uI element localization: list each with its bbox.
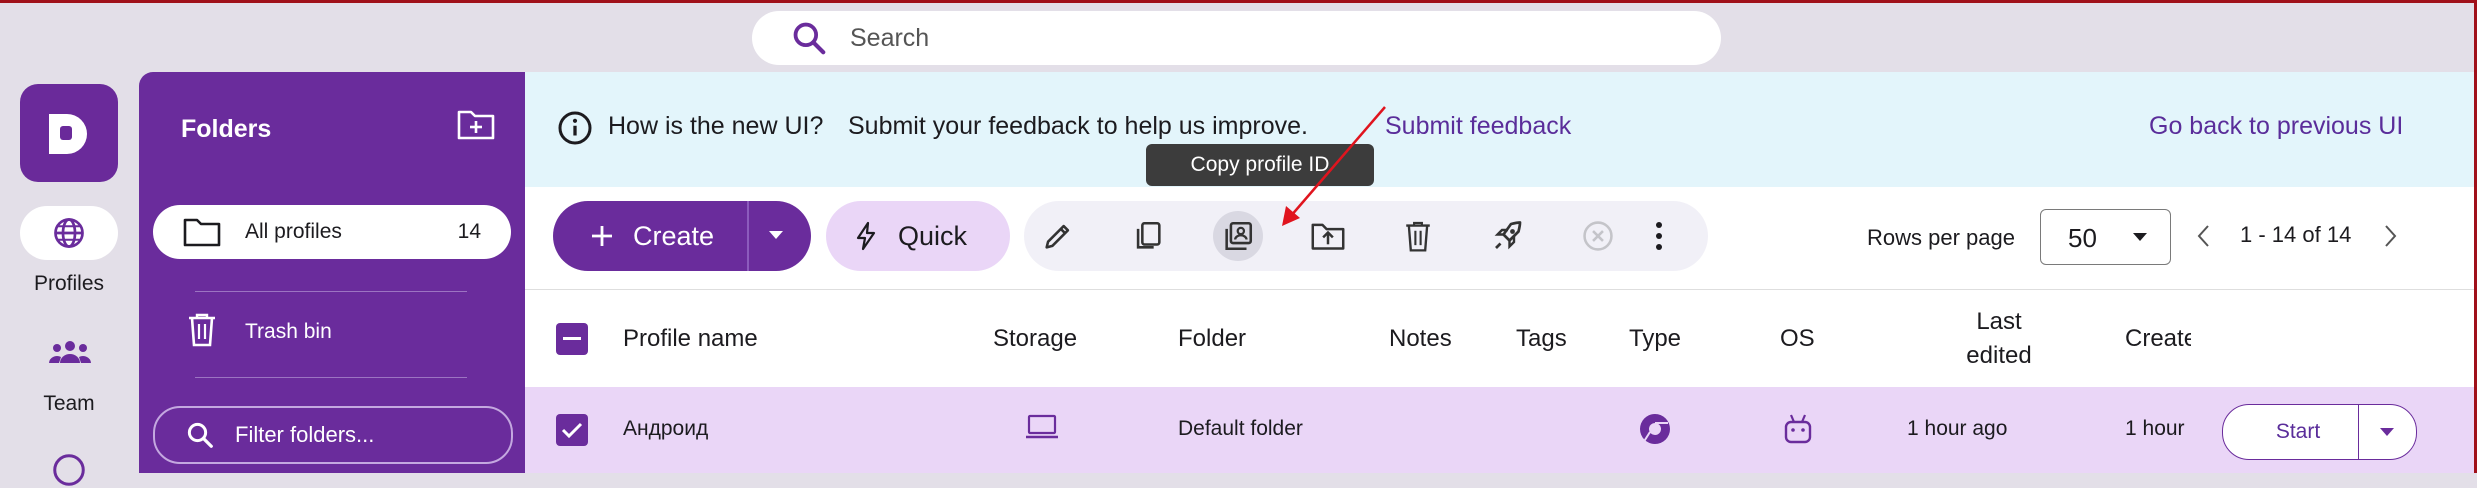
copy-icon[interactable] (1123, 211, 1173, 261)
quick-button-label: Quick (898, 221, 968, 251)
rows-per-page-select[interactable]: 50 (2040, 209, 2171, 265)
row-checkbox[interactable] (556, 414, 588, 446)
search-input[interactable] (848, 22, 1652, 54)
rows-per-page-value: 50 (2068, 223, 2097, 253)
android-os-icon (1782, 412, 1814, 446)
lightning-icon (854, 221, 878, 251)
global-search-bar[interactable] (752, 11, 1721, 65)
folder-icon (183, 217, 221, 247)
browser-type-icon (1638, 412, 1672, 446)
column-storage[interactable]: Storage (993, 325, 1077, 353)
rows-per-page-label: Rows per page (1867, 225, 2015, 250)
table-header: Profile name Storage Folder Notes Tags T… (525, 289, 2474, 388)
feedback-banner: How is the new UI? Submit your feedback … (525, 72, 2474, 187)
trash-icon (187, 312, 217, 348)
column-type[interactable]: Type (1629, 325, 1681, 353)
profile-name-cell[interactable]: Андроид (623, 417, 708, 441)
create-button[interactable]: Create (553, 201, 811, 271)
created-cell: 1 hour (2125, 417, 2185, 440)
column-created[interactable]: Create (2125, 325, 2191, 353)
create-button-label: Create (633, 221, 715, 251)
caret-down-icon[interactable] (2379, 427, 2395, 437)
folder-item-count: 14 (457, 220, 481, 243)
stop-icon (1573, 211, 1623, 261)
search-icon (185, 420, 215, 450)
caret-down-icon (2132, 232, 2148, 242)
quick-button[interactable]: Quick (826, 201, 1010, 271)
create-button-divider (747, 201, 749, 271)
edit-icon[interactable] (1033, 211, 1083, 261)
caret-down-icon[interactable] (767, 229, 785, 241)
column-last-edited[interactable]: Last edited (1948, 308, 2050, 370)
rail-label-team[interactable]: Team (0, 392, 138, 416)
info-icon (557, 110, 593, 146)
main-content: How is the new UI? Submit your feedback … (525, 72, 2474, 473)
filter-folders-input[interactable]: Filter folders... (153, 406, 513, 464)
pagination-range: 1 - 14 of 14 (2240, 222, 2352, 247)
copy-profile-id-icon[interactable] (1213, 211, 1263, 261)
folders-panel: Folders All profiles 14 Trash bin Filter… (139, 72, 525, 473)
window-top-border (0, 0, 2477, 3)
cloud-storage-icon (1025, 414, 1059, 440)
column-last-edited-line2: edited (1966, 342, 2032, 369)
select-all-checkbox[interactable] (556, 323, 588, 355)
folder-cell: Default folder (1178, 417, 1303, 440)
start-button-label: Start (2275, 420, 2321, 443)
more-icon[interactable] (1634, 211, 1684, 261)
launch-icon[interactable] (1483, 211, 1533, 261)
column-notes[interactable]: Notes (1389, 325, 1452, 353)
banner-message: Submit your feedback to help us improve. (848, 112, 1308, 140)
annotation-arrow-icon (1282, 106, 1386, 226)
folder-divider (195, 291, 467, 292)
app-logo[interactable] (20, 84, 118, 182)
chevron-right-icon[interactable] (2383, 224, 2397, 248)
search-icon (790, 19, 828, 57)
last-edited-cell: 1 hour ago (1907, 417, 2008, 440)
column-last-edited-line1: Last (1976, 308, 2022, 335)
start-button-divider (2358, 405, 2359, 459)
banner-question: How is the new UI? (608, 112, 824, 140)
folder-item-all-profiles[interactable]: All profiles 14 (153, 205, 511, 259)
plus-icon (591, 225, 613, 247)
help-icon[interactable] (51, 452, 87, 488)
rail-label-profiles[interactable]: Profiles (0, 272, 138, 296)
column-folder[interactable]: Folder (1178, 325, 1246, 353)
filter-folders-placeholder: Filter folders... (235, 422, 375, 447)
globe-icon (51, 215, 87, 251)
table-row[interactable]: Андроид Default folder 1 hour ago 1 hour… (525, 387, 2474, 473)
folder-item-label: Trash bin (245, 320, 332, 343)
folders-title: Folders (181, 115, 272, 143)
folder-divider (195, 377, 467, 378)
previous-ui-link[interactable]: Go back to previous UI (2149, 112, 2403, 141)
rail-item-profiles[interactable] (20, 206, 118, 260)
column-os[interactable]: OS (1780, 325, 1815, 353)
folder-item-label: All profiles (245, 220, 342, 243)
logo-icon (49, 114, 87, 154)
new-folder-icon[interactable] (457, 108, 495, 140)
start-profile-button[interactable]: Start (2222, 404, 2417, 460)
chevron-left-icon[interactable] (2197, 224, 2211, 248)
team-icon[interactable] (49, 337, 91, 367)
column-tags[interactable]: Tags (1516, 325, 1567, 353)
column-profile-name[interactable]: Profile name (623, 325, 758, 353)
